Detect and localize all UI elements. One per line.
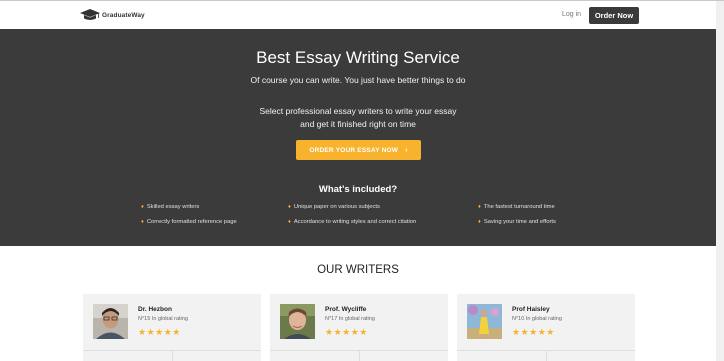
card-divider-vertical xyxy=(359,350,360,361)
hero-description-line-1: Select professional essay writers to wri… xyxy=(259,106,457,116)
diamond-bullet-icon: ♦ xyxy=(141,204,144,210)
feature-label: Correctly formatted reference page xyxy=(146,219,237,225)
hero-section: Best Essay Writing Service Of course you… xyxy=(0,29,716,246)
rating-stars-icon: ★★★★★ xyxy=(325,327,368,337)
hero-title: Best Essay Writing Service xyxy=(256,48,460,67)
site-header: GraduateWay Log in Order Now xyxy=(0,1,716,29)
logo[interactable]: GraduateWay xyxy=(80,9,145,21)
diamond-bullet-icon: ♦ xyxy=(288,219,291,225)
chevron-right-icon: › xyxy=(405,146,408,154)
feature-item: ♦ The fastest turnaround time xyxy=(478,204,555,210)
writer-card[interactable]: Dr. Hezbon N°15 In global rating ★★★★★ xyxy=(83,294,261,361)
writer-name: Prof Haisley xyxy=(512,306,550,313)
hero-description: Select professional essay writers to wri… xyxy=(0,105,716,131)
feature-label: The fastest turnaround time xyxy=(483,204,555,210)
feature-label: Skilled essay writers xyxy=(146,204,200,210)
login-link[interactable]: Log in xyxy=(562,11,581,18)
diamond-bullet-icon: ♦ xyxy=(288,204,291,210)
diamond-bullet-icon: ♦ xyxy=(478,204,481,210)
writer-name: Dr. Hezbon xyxy=(138,306,172,313)
hero-description-line-2: and get it finished right on time xyxy=(300,119,416,129)
diamond-bullet-icon: ♦ xyxy=(478,219,481,225)
card-divider-vertical xyxy=(172,350,173,361)
writer-name: Prof. Wycliffe xyxy=(325,306,367,313)
feature-label: Unique paper on various subjects xyxy=(293,204,380,210)
feature-item: ♦ Accordance to writing styles and correc… xyxy=(288,219,416,225)
avatar xyxy=(467,304,502,339)
writer-card[interactable]: Prof. Wycliffe N°17 In global rating ★★★… xyxy=(270,294,448,361)
graduation-cap-icon xyxy=(80,9,100,20)
writer-rank: N°17 In global rating xyxy=(325,316,375,322)
rating-stars-icon: ★★★★★ xyxy=(138,327,181,337)
avatar xyxy=(93,304,128,339)
rating-stars-icon: ★★★★★ xyxy=(512,327,555,337)
feature-item: ♦ Unique paper on various subjects xyxy=(288,204,380,210)
feature-item: ♦ Saving your time and efforts xyxy=(478,219,556,225)
order-essay-button[interactable]: ORDER YOUR ESSAY NOW › xyxy=(296,140,421,160)
order-now-button[interactable]: Order Now xyxy=(589,7,639,24)
feature-item: ♦ Correctly formatted reference page xyxy=(141,219,237,225)
writer-card[interactable]: Prof Haisley N°10 In global rating ★★★★★ xyxy=(457,294,635,361)
scrollbar[interactable] xyxy=(716,1,724,361)
avatar xyxy=(280,304,315,339)
hero-subtitle: Of course you can write. You just have b… xyxy=(250,75,466,85)
diamond-bullet-icon: ♦ xyxy=(141,219,144,225)
writer-rank: N°15 In global rating xyxy=(138,316,188,322)
card-divider-vertical xyxy=(546,350,547,361)
feature-item: ♦ Skilled essay writers xyxy=(141,204,199,210)
logo-text: GraduateWay xyxy=(102,11,145,19)
feature-label: Saving your time and efforts xyxy=(483,219,556,225)
included-title: What's included? xyxy=(318,184,398,195)
feature-label: Accordance to writing styles and correct… xyxy=(293,219,417,225)
order-essay-button-label: ORDER YOUR ESSAY NOW xyxy=(309,146,399,154)
writers-title: OUR WRITERS xyxy=(317,264,399,276)
writer-rank: N°10 In global rating xyxy=(512,316,562,322)
